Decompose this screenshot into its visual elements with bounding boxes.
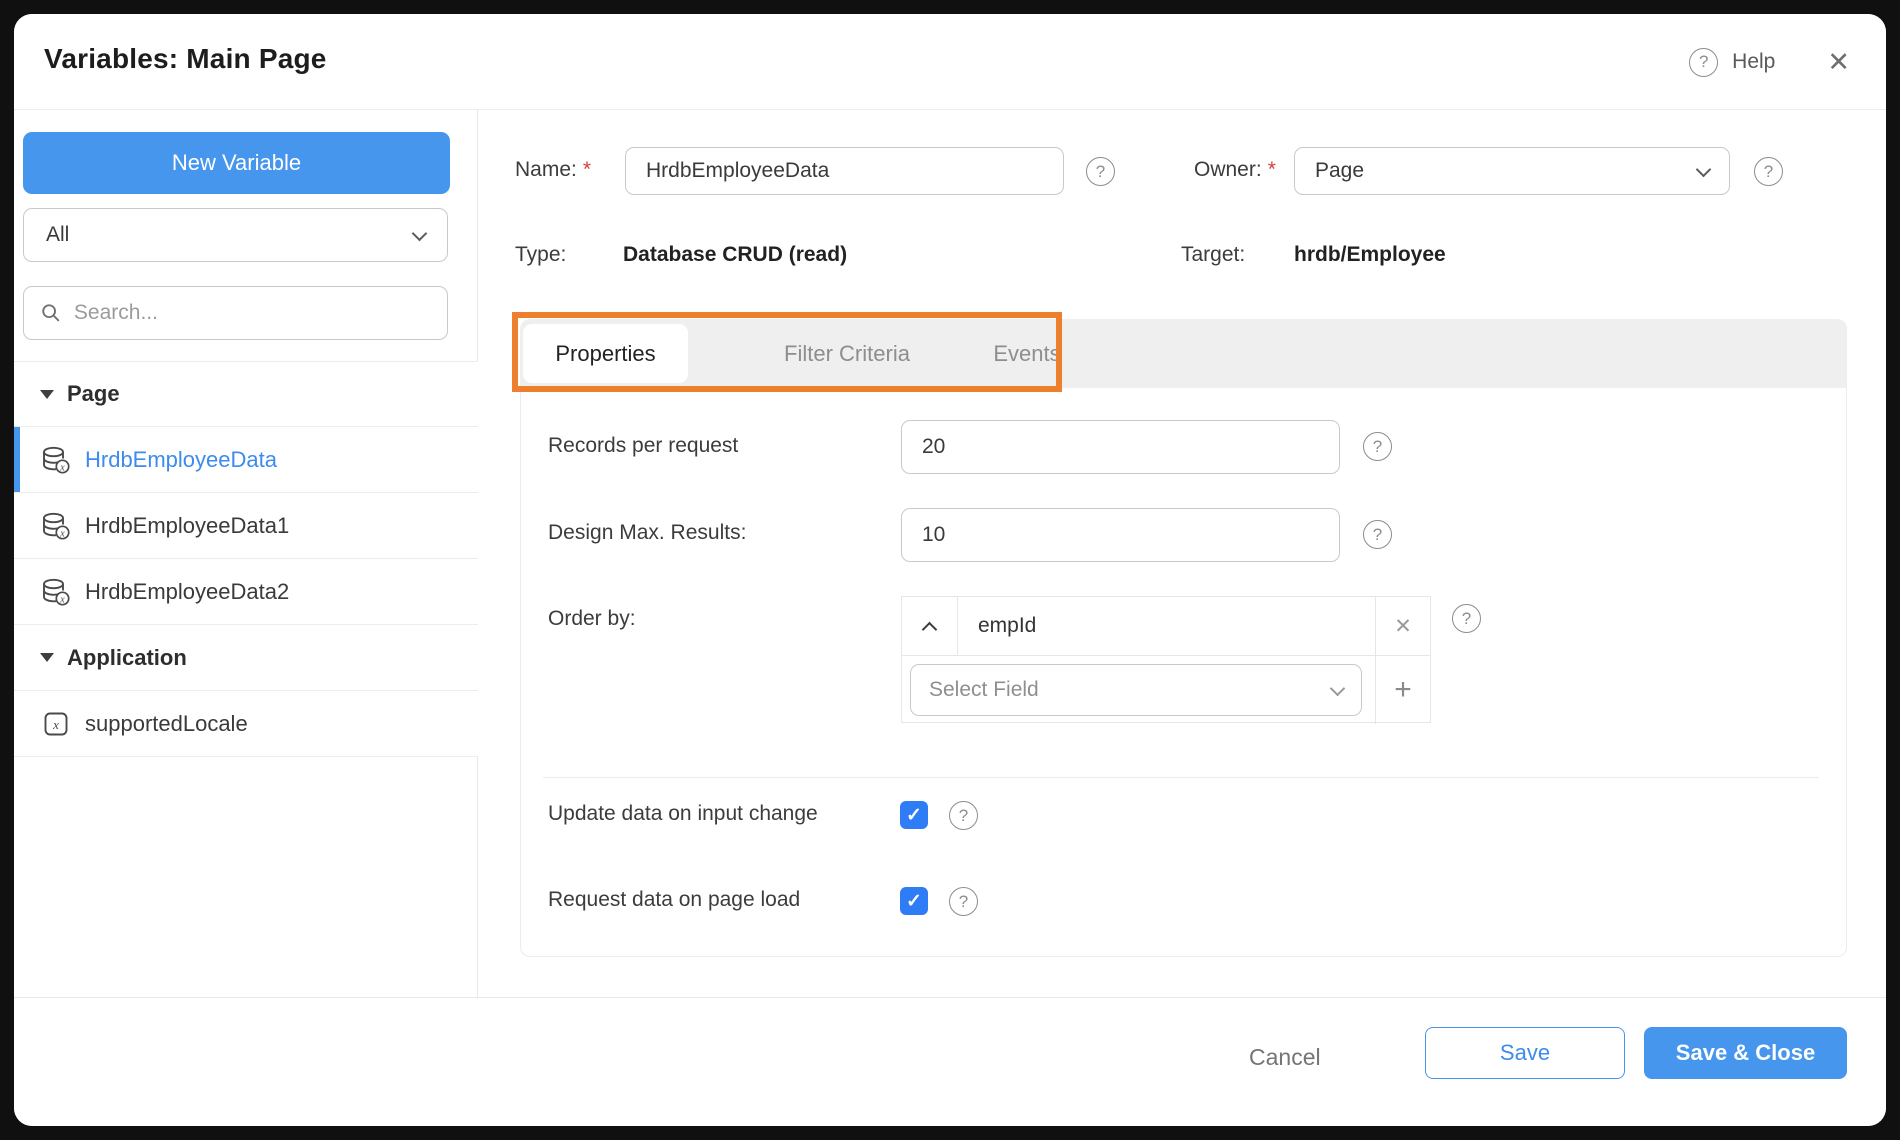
database-crud-icon: x	[40, 444, 72, 476]
tree-item-hrdbemployeedata1[interactable]: x HrdbEmployeeData1	[14, 493, 478, 559]
dialog-footer: Cancel Save Save & Close	[14, 997, 1886, 1126]
cancel-button[interactable]: Cancel	[1249, 1044, 1321, 1071]
tree-item-label: supportedLocale	[85, 710, 248, 736]
target-label: Target:	[1181, 243, 1246, 266]
tree-item-label: HrdbEmployeeData2	[85, 578, 290, 604]
tree-item-hrdbemployeedata[interactable]: x HrdbEmployeeData	[14, 427, 478, 493]
tab-filter-criteria[interactable]: Filter Criteria	[757, 319, 937, 388]
tree-item-supportedlocale[interactable]: x supportedLocale	[14, 691, 478, 757]
required-asterisk: *	[1267, 158, 1276, 181]
variable-filter-value: All	[46, 223, 70, 246]
owner-dropdown[interactable]: Page	[1294, 147, 1730, 195]
tree-group-application[interactable]: Application	[14, 625, 478, 691]
select-field-placeholder: Select Field	[929, 678, 1039, 701]
records-per-request-label: Records per request	[548, 434, 739, 457]
section-divider	[543, 777, 1819, 778]
tab-bar: Properties Filter Criteria Events	[520, 319, 1847, 388]
design-max-results-input[interactable]	[901, 508, 1340, 562]
collapse-triangle-icon	[40, 653, 54, 662]
tab-events[interactable]: Events	[962, 319, 1092, 388]
request-on-page-load-checkbox[interactable]	[900, 887, 928, 915]
svg-text:x: x	[52, 717, 59, 732]
records-help-icon[interactable]	[1363, 432, 1392, 461]
help-link[interactable]: Help	[1732, 50, 1775, 74]
search-input[interactable]	[73, 301, 431, 325]
type-value: Database CRUD (read)	[623, 243, 848, 266]
variable-filter-dropdown[interactable]: All	[23, 208, 448, 262]
variables-tree: Page x HrdbEmployeeData x HrdbEmployeeDa…	[14, 361, 478, 757]
select-field-dropdown[interactable]: Select Field	[910, 664, 1362, 716]
tree-item-label: HrdbEmployeeData1	[85, 512, 290, 538]
variable-icon: x	[40, 710, 72, 738]
order-by-label: Order by:	[548, 607, 636, 630]
add-order-field-button[interactable]	[1375, 656, 1430, 724]
tree-group-label: Page	[67, 381, 120, 406]
svg-text:x: x	[59, 462, 65, 473]
new-variable-button[interactable]: New Variable	[23, 132, 450, 194]
chevron-up-icon	[921, 621, 938, 637]
save-button[interactable]: Save	[1425, 1027, 1625, 1079]
database-crud-icon: x	[40, 510, 72, 542]
dialog-header: Variables: Main Page Help	[14, 14, 1886, 110]
update-on-input-change-checkbox[interactable]	[900, 801, 928, 829]
plus-icon	[1394, 675, 1412, 705]
chevron-down-icon	[411, 225, 428, 241]
collapse-triangle-icon	[40, 389, 54, 399]
remove-order-field-button[interactable]	[1375, 597, 1430, 656]
database-crud-icon: x	[40, 576, 72, 608]
request-on-page-load-label: Request data on page load	[548, 888, 801, 911]
type-label: Type:	[515, 243, 567, 266]
tree-group-page[interactable]: Page	[14, 361, 478, 427]
close-icon[interactable]	[1827, 49, 1850, 76]
save-and-close-button[interactable]: Save & Close	[1644, 1027, 1847, 1079]
svg-text:x: x	[59, 528, 65, 539]
request-help-icon[interactable]	[949, 887, 978, 916]
design-max-help-icon[interactable]	[1363, 520, 1392, 549]
name-label: Name: *	[515, 158, 592, 181]
order-by-field: empId	[958, 597, 1375, 656]
name-help-icon[interactable]	[1086, 157, 1115, 186]
tree-item-label: HrdbEmployeeData	[85, 446, 277, 472]
update-help-icon[interactable]	[949, 801, 978, 830]
svg-text:x: x	[59, 594, 65, 605]
tree-group-label: Application	[67, 644, 187, 670]
variables-sidebar: New Variable All Page	[14, 110, 478, 997]
target-value: hrdb/Employee	[1294, 243, 1446, 266]
owner-help-icon[interactable]	[1754, 157, 1783, 186]
remove-icon	[1394, 614, 1412, 639]
owner-label: Owner: *	[1194, 158, 1276, 181]
update-on-input-change-label: Update data on input change	[548, 802, 818, 825]
required-asterisk: *	[582, 158, 592, 181]
dialog-title: Variables: Main Page	[44, 43, 327, 74]
order-by-widget: empId Select Field	[901, 596, 1431, 724]
chevron-down-icon	[1695, 161, 1712, 177]
help-icon[interactable]	[1689, 47, 1719, 77]
search-box	[23, 286, 448, 340]
name-input[interactable]	[625, 147, 1064, 195]
sort-direction-toggle[interactable]	[902, 597, 958, 656]
order-by-help-icon[interactable]	[1452, 604, 1481, 633]
design-max-results-label: Design Max. Results:	[548, 521, 747, 544]
tab-properties[interactable]: Properties	[523, 324, 688, 383]
tree-item-hrdbemployeedata2[interactable]: x HrdbEmployeeData2	[14, 559, 478, 625]
variables-dialog: Variables: Main Page Help New Variable A…	[14, 14, 1886, 1126]
order-by-select-row: Select Field	[902, 656, 1375, 724]
owner-value: Page	[1315, 159, 1365, 182]
variable-editor: Name:* Owner:* Page Type: Database CRUD …	[479, 110, 1886, 997]
search-icon	[42, 304, 60, 322]
records-per-request-input[interactable]	[901, 420, 1340, 474]
chevron-down-icon	[1329, 680, 1346, 696]
